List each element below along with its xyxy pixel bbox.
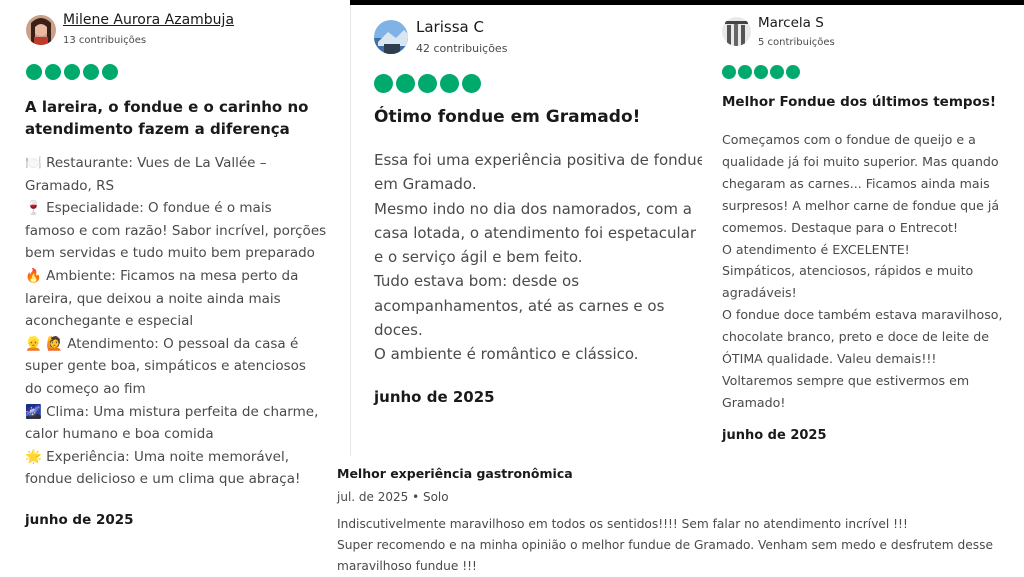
rating-bubble <box>418 74 437 93</box>
rating-bubble <box>102 64 118 80</box>
rating-bubble <box>786 65 800 79</box>
rating-bubble <box>440 74 459 93</box>
review-card-2: Larissa C 42 contribuições Ótimo fondue … <box>352 5 706 455</box>
rating-bubble <box>83 64 99 80</box>
review-text: Indiscutivelmente maravilhoso em todos o… <box>337 517 993 573</box>
contributions-count: 5 contribuições <box>758 37 835 48</box>
user-avatar[interactable] <box>374 20 408 54</box>
rating-bubble <box>374 74 393 93</box>
rating-bubble <box>770 65 784 79</box>
rating-bubble <box>396 74 415 93</box>
rating-bubble <box>462 74 481 93</box>
user-name-link[interactable]: Marcela S <box>758 15 824 31</box>
rating-bubbles <box>722 65 800 79</box>
review-date: junho de 2025 <box>722 428 827 443</box>
review-title[interactable]: A lareira, o fondue e o carinho no atend… <box>25 96 345 140</box>
rating-bubbles <box>26 64 118 80</box>
review-date: junho de 2025 <box>25 512 134 528</box>
review-card-1: Milene Aurora Azambuja 13 contribuições … <box>0 0 351 560</box>
review-meta: jul. de 2025 • Solo <box>337 490 449 504</box>
review-date: junho de 2025 <box>374 388 495 406</box>
rating-bubble <box>722 65 736 79</box>
review-card-4: Melhor experiência gastronômica jul. de … <box>330 456 1024 576</box>
contributions-count: 13 contribuições <box>63 35 147 46</box>
review-title[interactable]: Ótimo fondue em Gramado! <box>374 107 640 127</box>
rating-bubble <box>738 65 752 79</box>
review-text: Essa foi uma experiência positiva de fon… <box>374 151 706 364</box>
avatar-photo-icon <box>26 15 56 45</box>
review-text: Começamos com o fondue de queijo e a qua… <box>722 132 1003 410</box>
review-title[interactable]: Melhor Fondue dos últimos tempos! <box>722 94 996 110</box>
review-text: 🍽️ Restaurante: Vues de La Vallée – Gram… <box>25 155 327 488</box>
rating-bubble <box>26 64 42 80</box>
review-card-3: Marcela S 5 contribuições Melhor Fondue … <box>702 5 1024 455</box>
review-title[interactable]: Melhor experiência gastronômica <box>337 466 573 481</box>
rating-bubble <box>64 64 80 80</box>
rating-bubble <box>45 64 61 80</box>
user-avatar[interactable] <box>26 15 56 45</box>
user-name-link[interactable]: Larissa C <box>416 18 484 36</box>
user-name-link[interactable]: Milene Aurora Azambuja <box>63 12 234 28</box>
avatar-photo-icon <box>722 17 751 46</box>
rating-bubbles <box>374 74 481 93</box>
user-avatar[interactable] <box>722 17 751 46</box>
avatar-photo-icon <box>374 20 408 54</box>
rating-bubble <box>754 65 768 79</box>
contributions-count: 42 contribuições <box>416 42 508 55</box>
